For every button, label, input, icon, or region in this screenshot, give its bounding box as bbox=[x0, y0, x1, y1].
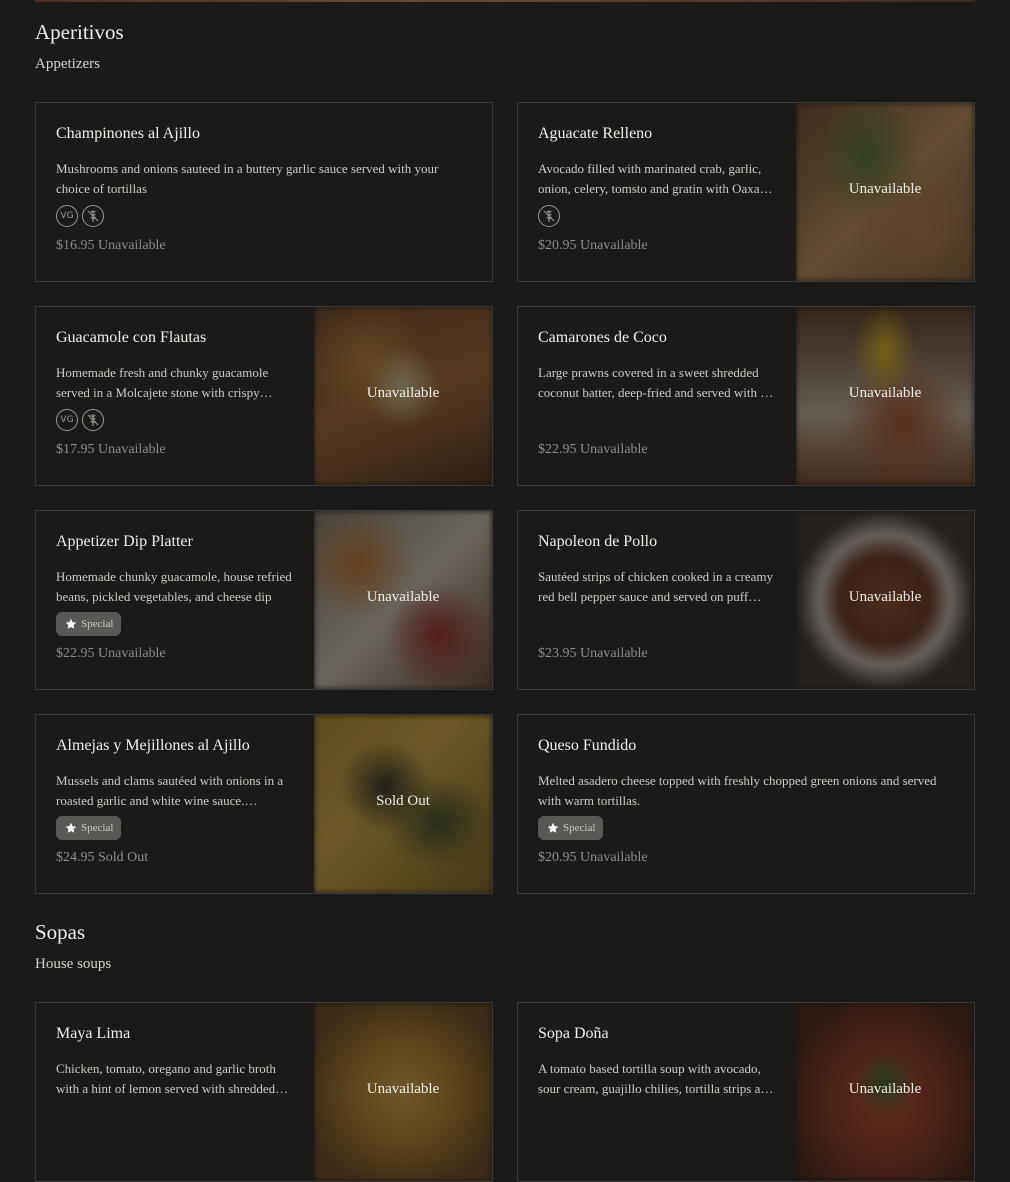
item-image[interactable]: Unavailable bbox=[796, 1003, 974, 1181]
gluten-free-icon bbox=[82, 205, 104, 227]
item-name: Napoleon de Pollo bbox=[538, 533, 658, 550]
menu-item-card[interactable]: Appetizer Dip Platter Homemade chunky gu… bbox=[35, 510, 493, 690]
item-description: Homemade fresh and chunky guacamole serv… bbox=[56, 365, 269, 400]
item-image[interactable]: Unavailable bbox=[796, 103, 974, 281]
item-description: Mussels and clams sautéed with onions in… bbox=[56, 773, 284, 808]
menu-item-card[interactable]: Aguacate Relleno Avocado filled with mar… bbox=[517, 102, 975, 282]
item-description: Mushrooms and onions sauteed in a butter… bbox=[56, 161, 439, 196]
banner-image-edge bbox=[35, 0, 975, 2]
item-description: Homemade chunky guacamole, house refried… bbox=[56, 569, 292, 604]
special-badge: Special bbox=[538, 816, 604, 840]
menu-item-card[interactable]: Napoleon de Pollo Sautéed strips of chic… bbox=[517, 510, 975, 690]
image-status-label: Sold Out bbox=[376, 793, 430, 809]
image-status-label: Unavailable bbox=[848, 589, 922, 605]
image-status-label: Unavailable bbox=[848, 181, 922, 197]
item-price: $16.95 Unavailable bbox=[56, 238, 166, 253]
item-price: $20.95 Unavailable bbox=[538, 850, 648, 865]
image-status-label: Unavailable bbox=[366, 589, 440, 605]
item-description: Sautéed strips of chicken cooked in a cr… bbox=[538, 569, 773, 604]
item-name: Queso Fundido bbox=[538, 737, 637, 754]
item-price: $22.95 Unavailable bbox=[56, 646, 166, 661]
item-price: $24.95 Sold Out bbox=[56, 850, 149, 865]
item-description: A tomato based tortilla soup with avocad… bbox=[538, 1061, 774, 1096]
image-status-label: Unavailable bbox=[366, 385, 440, 401]
image-status-label: Unavailable bbox=[366, 1081, 440, 1097]
vegetarian-icon: VG bbox=[56, 205, 78, 227]
gluten-free-icon bbox=[538, 205, 560, 227]
menu-item-card[interactable]: Camarones de Coco Large prawns covered i… bbox=[517, 306, 975, 486]
item-price: $20.95 Unavailable bbox=[538, 238, 648, 253]
item-name: Aguacate Relleno bbox=[538, 125, 653, 142]
item-name: Champinones al Ajillo bbox=[56, 125, 200, 142]
item-name: Appetizer Dip Platter bbox=[56, 533, 193, 550]
menu-item-card[interactable]: Champinones al Ajillo Mushrooms and onio… bbox=[35, 102, 493, 282]
item-image[interactable]: Unavailable bbox=[796, 511, 974, 689]
item-price: $23.95 Unavailable bbox=[538, 646, 648, 661]
star-icon bbox=[65, 618, 77, 629]
star-icon bbox=[65, 822, 77, 833]
item-price: $17.95 Unavailable bbox=[56, 442, 166, 457]
special-badge: Special bbox=[56, 816, 122, 840]
item-image[interactable]: Unavailable bbox=[314, 307, 492, 485]
item-description: Avocado filled with marinated crab, garl… bbox=[538, 161, 772, 196]
section-subtitle-appetizers: Appetizers bbox=[35, 56, 100, 72]
item-price: $22.95 Unavailable bbox=[538, 442, 648, 457]
vegetarian-icon: VG bbox=[56, 409, 78, 431]
item-name: Sopa Doña bbox=[538, 1025, 609, 1042]
section-subtitle-house-soups: House soups bbox=[35, 956, 112, 972]
menu-item-card[interactable]: Maya Lima Chicken, tomato, oregano and g… bbox=[35, 1002, 493, 1182]
special-badge: Special bbox=[56, 612, 122, 636]
item-name: Almejas y Mejillones al Ajillo bbox=[56, 737, 250, 754]
item-description: Chicken, tomato, oregano and garlic brot… bbox=[56, 1061, 276, 1096]
item-description: Large prawns covered in a sweet shredded… bbox=[538, 365, 766, 400]
menu-item-card[interactable]: Guacamole con Flautas Homemade fresh and… bbox=[35, 306, 493, 486]
star-icon bbox=[547, 822, 559, 833]
image-status-label: Unavailable bbox=[848, 385, 922, 401]
image-status-label: Unavailable bbox=[848, 1081, 922, 1097]
item-image[interactable]: Unavailable bbox=[796, 307, 974, 485]
gluten-free-icon bbox=[82, 409, 104, 431]
section-title-sopas: Sopas bbox=[35, 920, 86, 944]
item-name: Maya Lima bbox=[56, 1025, 131, 1042]
item-description: Melted asadero cheese topped with freshl… bbox=[538, 773, 937, 808]
item-image[interactable]: Sold Out bbox=[314, 715, 492, 893]
section-title-aperitivos: Aperitivos bbox=[35, 20, 124, 44]
menu-item-card[interactable]: Sopa Doña A tomato based tortilla soup w… bbox=[517, 1002, 975, 1182]
item-name: Guacamole con Flautas bbox=[56, 329, 207, 346]
item-image[interactable]: Unavailable bbox=[314, 1003, 492, 1181]
item-name: Camarones de Coco bbox=[538, 329, 667, 346]
menu-item-card[interactable]: Queso Fundido Melted asadero cheese topp… bbox=[517, 714, 975, 894]
item-image[interactable]: Unavailable bbox=[314, 511, 492, 689]
menu-item-card[interactable]: Almejas y Mejillones al Ajillo Mussels a… bbox=[35, 714, 493, 894]
